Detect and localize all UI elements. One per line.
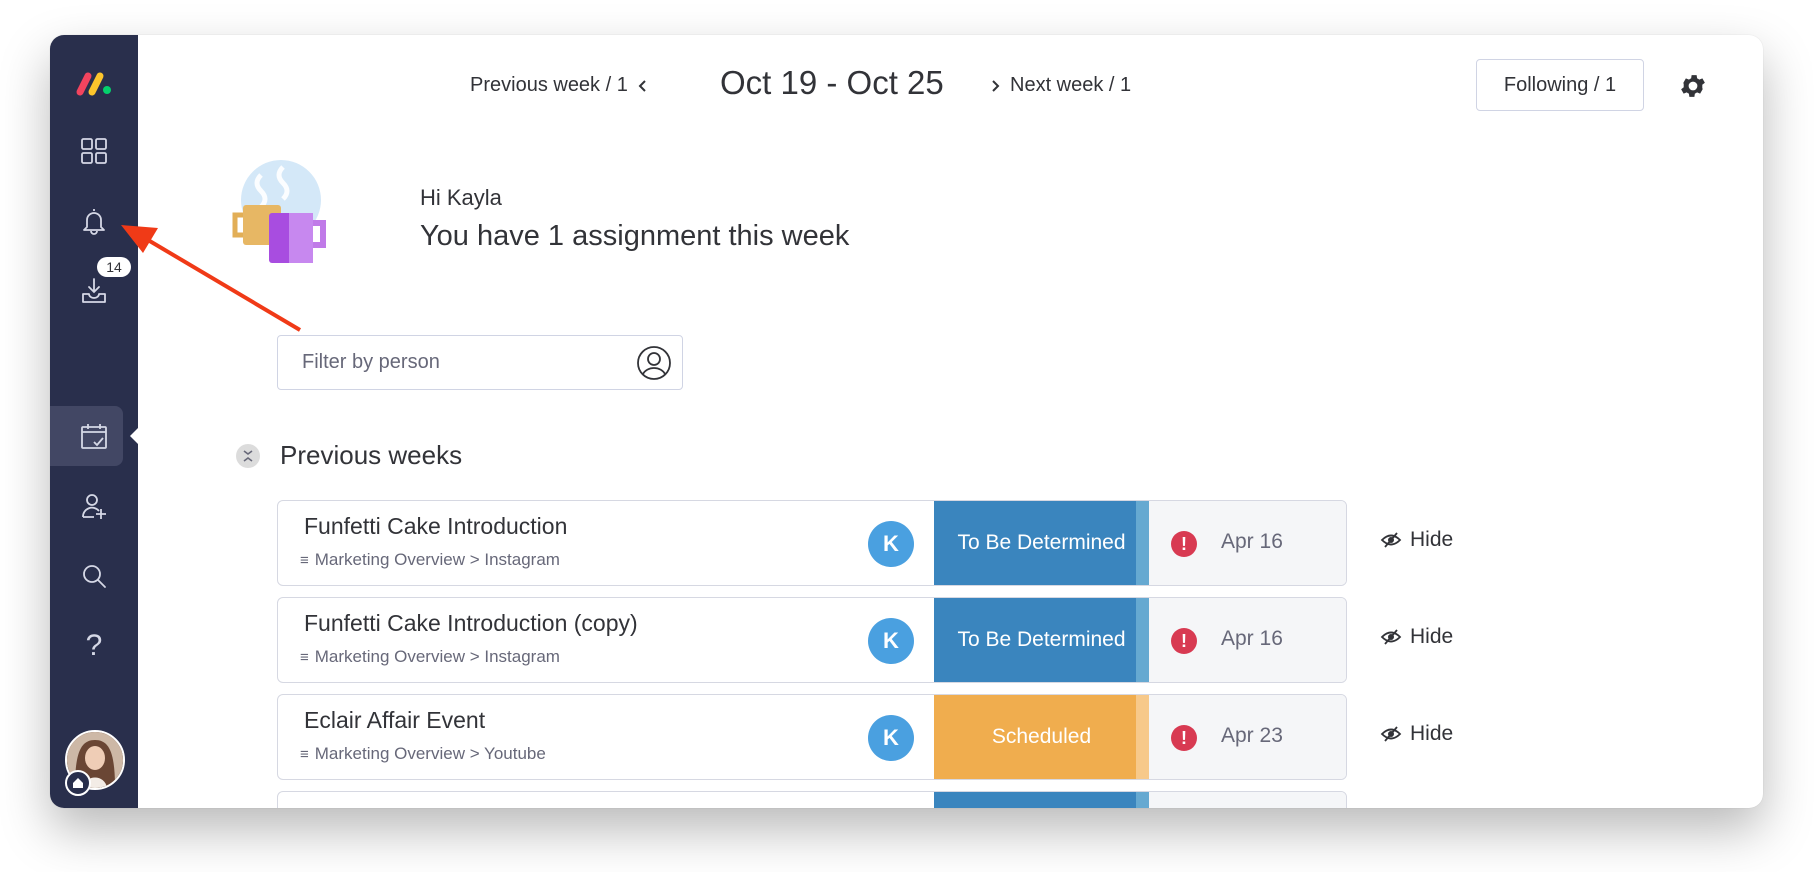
previous-weeks-header: Previous weeks xyxy=(236,440,462,471)
inbox-count-badge: 14 xyxy=(97,257,131,277)
following-button[interactable]: Following / 1 xyxy=(1476,59,1644,111)
assignee-avatar[interactable]: K xyxy=(868,521,914,567)
assignee-avatar[interactable]: K xyxy=(868,715,914,761)
overdue-alert-icon: ! xyxy=(1171,725,1197,751)
board-path-label: Marketing Overview > Youtube xyxy=(314,744,546,763)
monday-logo-icon[interactable] xyxy=(50,63,138,103)
date-cell[interactable]: ! Apr 16 xyxy=(1149,501,1346,585)
assignment-row[interactable]: Funfetti Cake Introduction ≡ Marketing O… xyxy=(277,500,1347,586)
status-edge xyxy=(1136,501,1149,585)
sidebar-item-workspaces[interactable] xyxy=(50,131,138,171)
sidebar-item-invite-members[interactable] xyxy=(50,486,138,526)
due-date: Apr 16 xyxy=(1221,627,1283,650)
question-icon: ? xyxy=(85,629,103,662)
filter-by-person[interactable] xyxy=(277,335,683,390)
gear-icon[interactable] xyxy=(1678,71,1708,101)
eye-slash-icon xyxy=(1380,629,1402,645)
due-date: Apr 16 xyxy=(1221,530,1283,553)
filter-by-person-input[interactable] xyxy=(300,350,636,375)
due-date: Apr 23 xyxy=(1221,724,1283,747)
status-edge xyxy=(1136,598,1149,682)
hide-button[interactable]: Hide xyxy=(1380,625,1453,649)
app-window: 14 ? Previous week / 1 Oct 19 - Oct 25 N… xyxy=(50,35,1763,808)
assignment-row[interactable]: Eclair Affair Event ≡ Marketing Overview… xyxy=(277,694,1347,780)
assignment-title[interactable]: Funfetti Cake Introduction xyxy=(304,513,567,540)
board-path-label: Marketing Overview > Instagram xyxy=(314,550,560,569)
hide-button[interactable]: Hide xyxy=(1380,528,1453,552)
status-label[interactable]: To Be Determined xyxy=(934,598,1149,682)
previous-week-button[interactable]: Previous week / 1 xyxy=(470,74,648,97)
collapse-toggle[interactable] xyxy=(236,443,260,468)
status-label[interactable] xyxy=(934,792,1149,808)
eye-slash-icon xyxy=(1380,726,1402,742)
date-cell[interactable] xyxy=(1149,792,1346,808)
assignment-row[interactable] xyxy=(277,791,1347,808)
date-cell[interactable]: ! Apr 23 xyxy=(1149,695,1346,779)
assignment-summary: You have 1 assignment this week xyxy=(420,220,850,252)
list-lines-icon: ≡ xyxy=(300,551,309,569)
overdue-alert-icon: ! xyxy=(1171,531,1197,557)
previous-week-label: Previous week / 1 xyxy=(470,74,628,96)
person-circle-icon[interactable] xyxy=(636,345,672,381)
assignment-path[interactable]: ≡ Marketing Overview > Instagram xyxy=(300,550,560,570)
status-label[interactable]: Scheduled xyxy=(934,695,1149,779)
calendar-check-icon xyxy=(81,424,107,449)
assignment-title[interactable]: Funfetti Cake Introduction (copy) xyxy=(304,610,638,637)
assignment-path[interactable]: ≡ Marketing Overview > Instagram xyxy=(300,647,560,667)
assignment-row[interactable]: Funfetti Cake Introduction (copy) ≡ Mark… xyxy=(277,597,1347,683)
sidebar-item-help[interactable]: ? xyxy=(50,626,138,666)
overdue-alert-icon: ! xyxy=(1171,628,1197,654)
hide-label: Hide xyxy=(1410,625,1454,648)
search-icon xyxy=(83,565,106,588)
chevron-right-icon xyxy=(992,79,1000,92)
sidebar-item-my-work[interactable] xyxy=(50,416,138,456)
assignee-avatar[interactable]: K xyxy=(868,618,914,664)
status-edge xyxy=(1136,792,1149,808)
hide-label: Hide xyxy=(1410,722,1454,745)
bell-icon xyxy=(83,209,105,235)
assignment-path[interactable]: ≡ Marketing Overview > Youtube xyxy=(300,744,546,764)
home-icon xyxy=(65,770,91,796)
greeting-name: Hi Kayla xyxy=(420,185,502,210)
grid-icon xyxy=(81,138,107,164)
hide-button[interactable]: Hide xyxy=(1380,722,1453,746)
next-week-label: Next week / 1 xyxy=(1010,74,1132,96)
user-plus-icon xyxy=(82,494,106,519)
list-lines-icon: ≡ xyxy=(300,745,309,763)
list-lines-icon: ≡ xyxy=(300,648,309,666)
date-range-title: Oct 19 - Oct 25 xyxy=(720,64,944,101)
main-content: Previous week / 1 Oct 19 - Oct 25 Next w… xyxy=(138,35,1763,808)
collapse-chevrons-icon xyxy=(243,449,253,462)
date-cell[interactable]: ! Apr 16 xyxy=(1149,598,1346,682)
hide-label: Hide xyxy=(1410,528,1454,551)
sidebar-item-search[interactable] xyxy=(50,556,138,596)
sidebar-item-notifications[interactable] xyxy=(50,201,138,241)
chevron-left-icon xyxy=(638,79,646,92)
inbox-download-icon xyxy=(82,278,106,303)
board-path-label: Marketing Overview > Instagram xyxy=(314,647,560,666)
coffee-mugs-illustration xyxy=(232,160,326,263)
next-week-button[interactable]: Next week / 1 xyxy=(990,74,1131,97)
eye-slash-icon xyxy=(1380,532,1402,548)
status-edge xyxy=(1136,695,1149,779)
sidebar: 14 ? xyxy=(50,35,138,808)
status-label[interactable]: To Be Determined xyxy=(934,501,1149,585)
assignment-title[interactable]: Eclair Affair Event xyxy=(304,707,485,734)
sidebar-item-inbox[interactable] xyxy=(50,271,138,311)
section-title: Previous weeks xyxy=(280,440,463,470)
